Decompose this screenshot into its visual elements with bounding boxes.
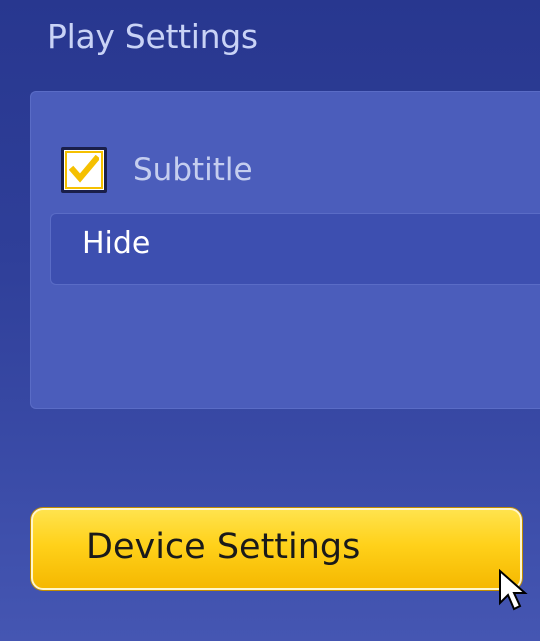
play-settings-screen: Play Settings Subtitle Hide Device Setti… xyxy=(0,0,542,641)
page-title: Play Settings xyxy=(47,17,258,56)
subtitle-mode-select[interactable]: Hide xyxy=(50,213,542,285)
arrow-cursor-icon xyxy=(499,569,528,611)
device-settings-label: Device Settings xyxy=(86,527,361,567)
subtitle-label: Subtitle xyxy=(133,152,253,188)
checkmark-icon xyxy=(69,155,99,183)
device-settings-button[interactable]: Device Settings xyxy=(31,508,522,590)
play-settings-panel: Subtitle Hide xyxy=(30,91,542,409)
subtitle-option[interactable]: Subtitle xyxy=(61,146,253,194)
subtitle-checkbox[interactable] xyxy=(61,147,107,193)
subtitle-mode-value: Hide xyxy=(82,226,151,261)
